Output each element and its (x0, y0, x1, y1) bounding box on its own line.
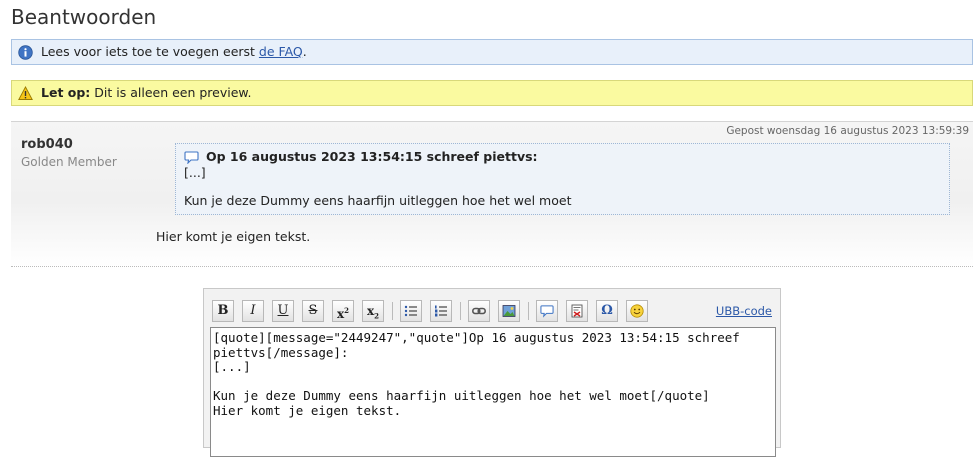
image-icon (502, 305, 516, 317)
quote-button[interactable] (536, 300, 558, 322)
info-notice: Lees voor iets toe te voegen eerst de FA… (11, 39, 973, 65)
strike-button[interactable]: S (302, 300, 324, 322)
info-text: Lees voor iets toe te voegen eerst (41, 44, 259, 59)
ubb-code-link[interactable]: UBB-code (716, 304, 772, 318)
toolbar-separator (392, 302, 393, 320)
smiley-icon (630, 304, 644, 318)
page-title: Beantwoorden (11, 5, 157, 29)
quote-block: Op 16 augustus 2023 13:54:15 schreef pie… (175, 143, 950, 215)
post-body: Hier komt je eigen tekst. (156, 229, 311, 244)
link-icon (472, 307, 486, 315)
editor-toolbar: B I U S x2 x2 Ω UBB-code (212, 300, 776, 322)
post-divider (11, 266, 973, 267)
superscript-mark: 2 (344, 306, 350, 315)
warning-text: Dit is alleen een preview. (90, 85, 252, 100)
code-button[interactable] (566, 300, 588, 322)
smiley-button[interactable] (626, 300, 648, 322)
bullet-list-icon (404, 305, 417, 317)
bullet-list-button[interactable] (400, 300, 422, 322)
faq-link[interactable]: de FAQ (259, 44, 303, 59)
reply-textarea[interactable]: [quote][message="2449247","quote"]Op 16 … (210, 327, 776, 457)
toolbar-separator (460, 302, 461, 320)
image-button[interactable] (498, 300, 520, 322)
warning-notice: Let op: Dit is alleen een preview. (11, 80, 973, 106)
warning-label: Let op: (41, 85, 91, 100)
subscript-mark: 2 (374, 311, 380, 321)
preview-post: Gepost woensdag 16 augustus 2023 13:59:3… (11, 121, 973, 267)
numbered-list-button[interactable] (430, 300, 452, 322)
underline-button[interactable]: U (272, 300, 294, 322)
omega-icon: Ω (601, 303, 613, 318)
info-icon (18, 45, 33, 60)
special-characters-button[interactable]: Ω (596, 300, 618, 322)
link-button[interactable] (468, 300, 490, 322)
reply-editor: B I U S x2 x2 Ω UBB-code [quote][message… (203, 288, 781, 457)
quote-ellipsis: [...] (184, 165, 206, 180)
quote-icon (540, 305, 554, 318)
quote-text: Kun je deze Dummy eens haarfijn uitlegge… (184, 193, 572, 208)
post-author[interactable]: rob040 (21, 137, 73, 152)
quote-header: Op 16 augustus 2023 13:54:15 schreef pie… (184, 149, 941, 165)
toolbar-separator (528, 302, 529, 320)
author-rank: Golden Member (21, 155, 117, 169)
italic-button[interactable]: I (242, 300, 264, 322)
warning-icon (18, 86, 33, 100)
numbered-list-icon (435, 305, 447, 317)
subscript-button[interactable]: x2 (362, 300, 384, 322)
quote-header-text: Op 16 augustus 2023 13:54:15 schreef pie… (206, 149, 538, 164)
info-after: . (302, 44, 307, 59)
post-date: Gepost woensdag 16 augustus 2023 13:59:3… (726, 125, 969, 137)
speech-bubble-icon (184, 151, 199, 164)
superscript-button[interactable]: x2 (332, 300, 354, 322)
bold-button[interactable]: B (212, 300, 234, 322)
document-code-icon (571, 304, 583, 318)
